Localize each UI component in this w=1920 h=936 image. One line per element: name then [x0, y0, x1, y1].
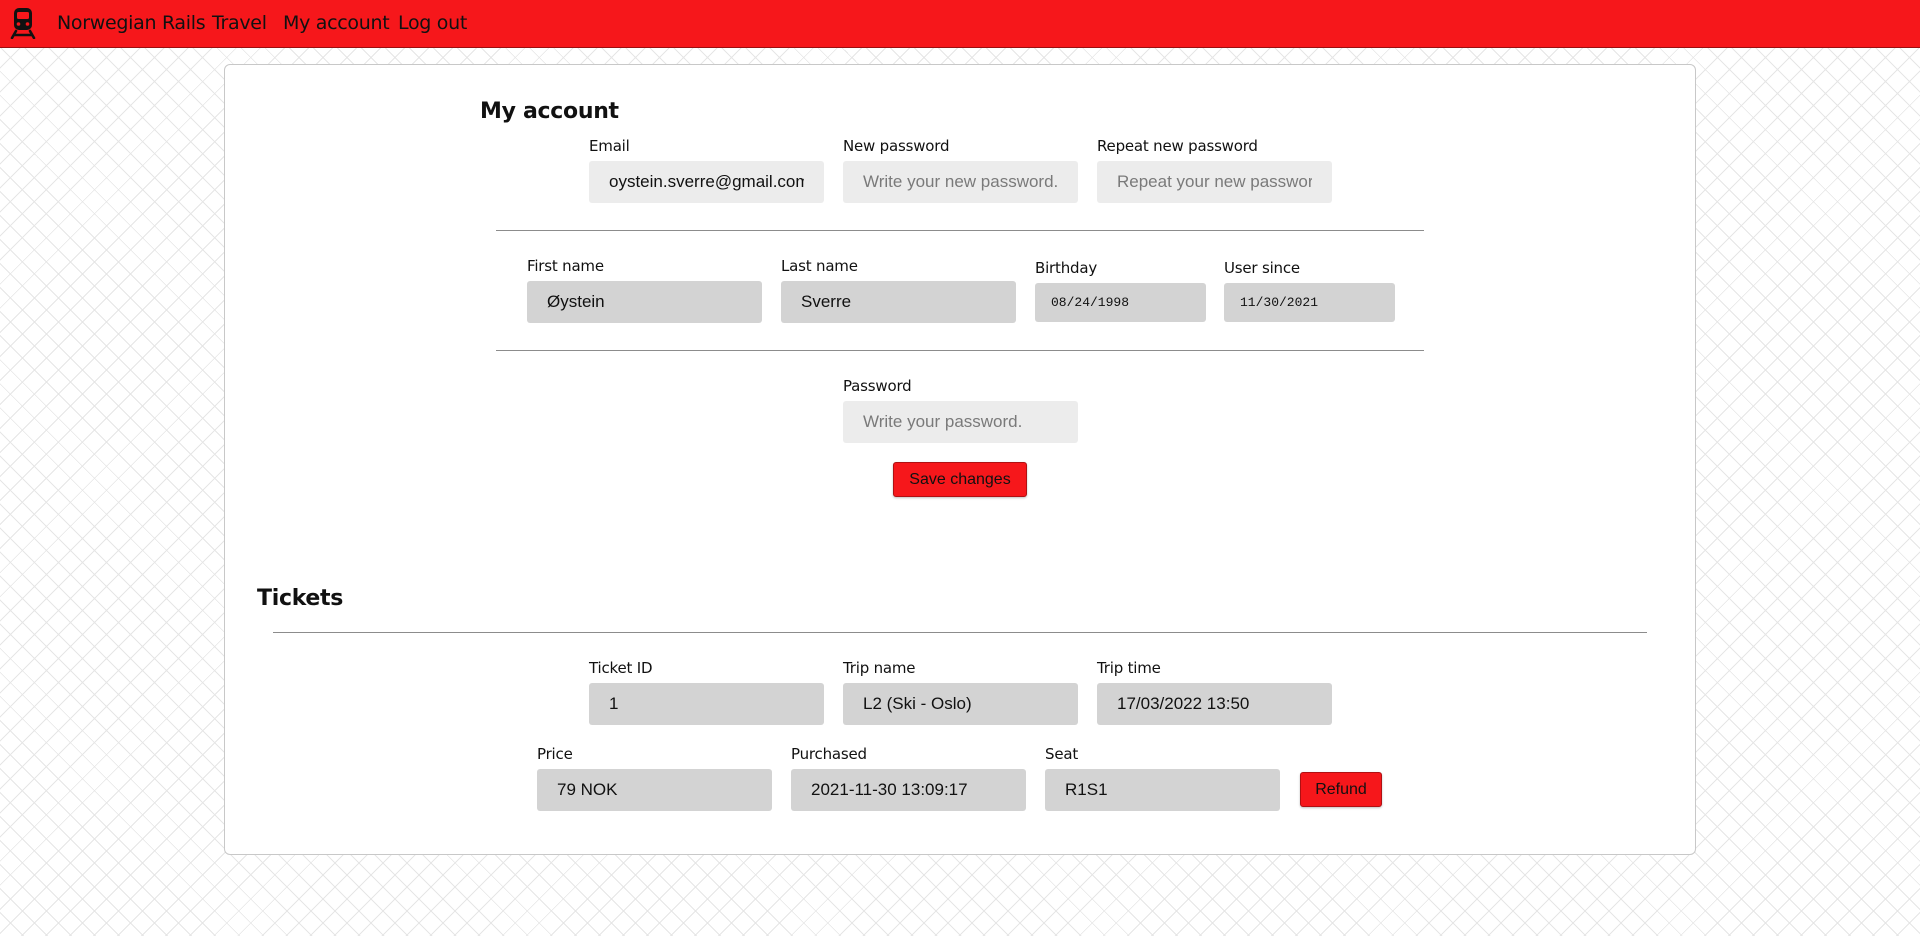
save-changes-button[interactable]: Save changes [893, 462, 1027, 497]
new-password-label: New password [843, 137, 950, 155]
new-password-field[interactable] [843, 161, 1078, 203]
password-label: Password [843, 377, 912, 395]
first-name-field[interactable] [527, 281, 762, 323]
refund-button[interactable]: Refund [1300, 772, 1382, 807]
email-field[interactable] [589, 161, 824, 203]
price-field[interactable] [537, 769, 772, 811]
email-label: Email [589, 137, 630, 155]
nav-travel-link[interactable]: Travel [212, 12, 267, 34]
user-since-label: User since [1224, 259, 1300, 277]
trip-time-field[interactable] [1097, 683, 1332, 725]
tickets-divider [273, 632, 1647, 633]
trip-name-label: Trip name [843, 659, 916, 677]
trip-name-field[interactable] [843, 683, 1078, 725]
top-navbar: Norwegian Rails Travel My account Log ou… [0, 0, 1920, 48]
last-name-label: Last name [781, 257, 858, 275]
my-account-heading: My account [480, 99, 619, 124]
first-name-label: First name [527, 257, 604, 275]
tickets-heading: Tickets [257, 586, 344, 611]
seat-label: Seat [1045, 745, 1079, 763]
birthday-field[interactable] [1035, 283, 1206, 322]
section-divider [496, 230, 1424, 231]
last-name-field[interactable] [781, 281, 1016, 323]
repeat-password-field[interactable] [1097, 161, 1332, 203]
purchased-label: Purchased [791, 745, 867, 763]
ticket-id-field[interactable] [589, 683, 824, 725]
password-field[interactable] [843, 401, 1078, 443]
repeat-password-label: Repeat new password [1097, 137, 1258, 155]
ticket-id-label: Ticket ID [589, 659, 653, 677]
section-divider [496, 350, 1424, 351]
user-since-field[interactable] [1224, 283, 1395, 322]
nav-my-account-link[interactable]: My account [283, 12, 390, 34]
nav-brand-link[interactable]: Norwegian Rails [57, 12, 206, 34]
account-card: My account Email New password Repeat new… [224, 64, 1696, 855]
nav-log-out-link[interactable]: Log out [398, 12, 467, 34]
seat-field[interactable] [1045, 769, 1280, 811]
train-icon[interactable] [10, 7, 36, 39]
purchased-field[interactable] [791, 769, 1026, 811]
price-label: Price [537, 745, 573, 763]
birthday-label: Birthday [1035, 259, 1098, 277]
trip-time-label: Trip time [1097, 659, 1161, 677]
